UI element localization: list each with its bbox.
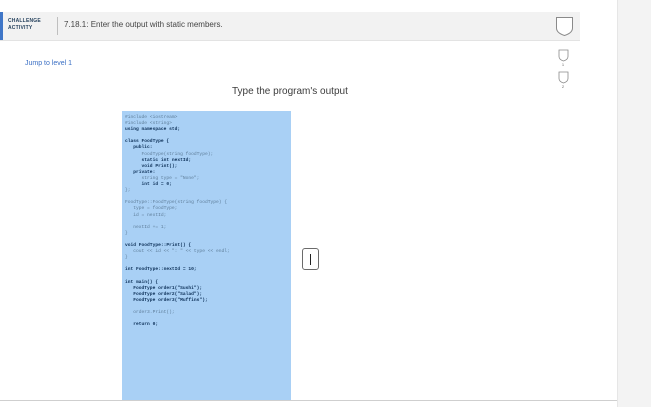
accent-bar (0, 12, 3, 40)
header-divider (57, 17, 58, 35)
level-number: 1 (561, 62, 565, 67)
activity-header: CHALLENGE ACTIVITY 7.18.1: Enter the out… (0, 12, 580, 41)
challenge-label-line2: ACTIVITY (8, 25, 33, 31)
completion-shield-icon (555, 15, 574, 37)
bottom-divider (0, 400, 617, 401)
challenge-label-line1: CHALLENGE (8, 18, 41, 24)
level-number: 2 (561, 84, 565, 89)
prompt-title: Type the program's output (232, 86, 348, 97)
right-gutter (617, 0, 651, 407)
code-line: cout << id << ": " << type << endl; (125, 249, 230, 255)
answer-input[interactable] (302, 248, 319, 270)
level-marker-2[interactable]: 2 (556, 71, 570, 93)
code-panel: #include <iostream> #include <string> usin… (122, 111, 291, 400)
level-markers: 1 2 (556, 49, 570, 93)
code-listing: #include <iostream> #include <string> usin… (125, 115, 230, 328)
challenge-activity-label: CHALLENGE ACTIVITY (8, 18, 60, 32)
jump-to-level-link[interactable]: Jump to level 1 (25, 60, 72, 67)
level-1-shield-icon (558, 49, 568, 62)
text-caret (310, 254, 311, 265)
level-marker-1[interactable]: 1 (556, 49, 570, 71)
code-line: return 0; (125, 322, 159, 328)
activity-title: 7.18.1: Enter the output with static mem… (64, 20, 223, 29)
level-2-shield-icon (558, 71, 568, 84)
